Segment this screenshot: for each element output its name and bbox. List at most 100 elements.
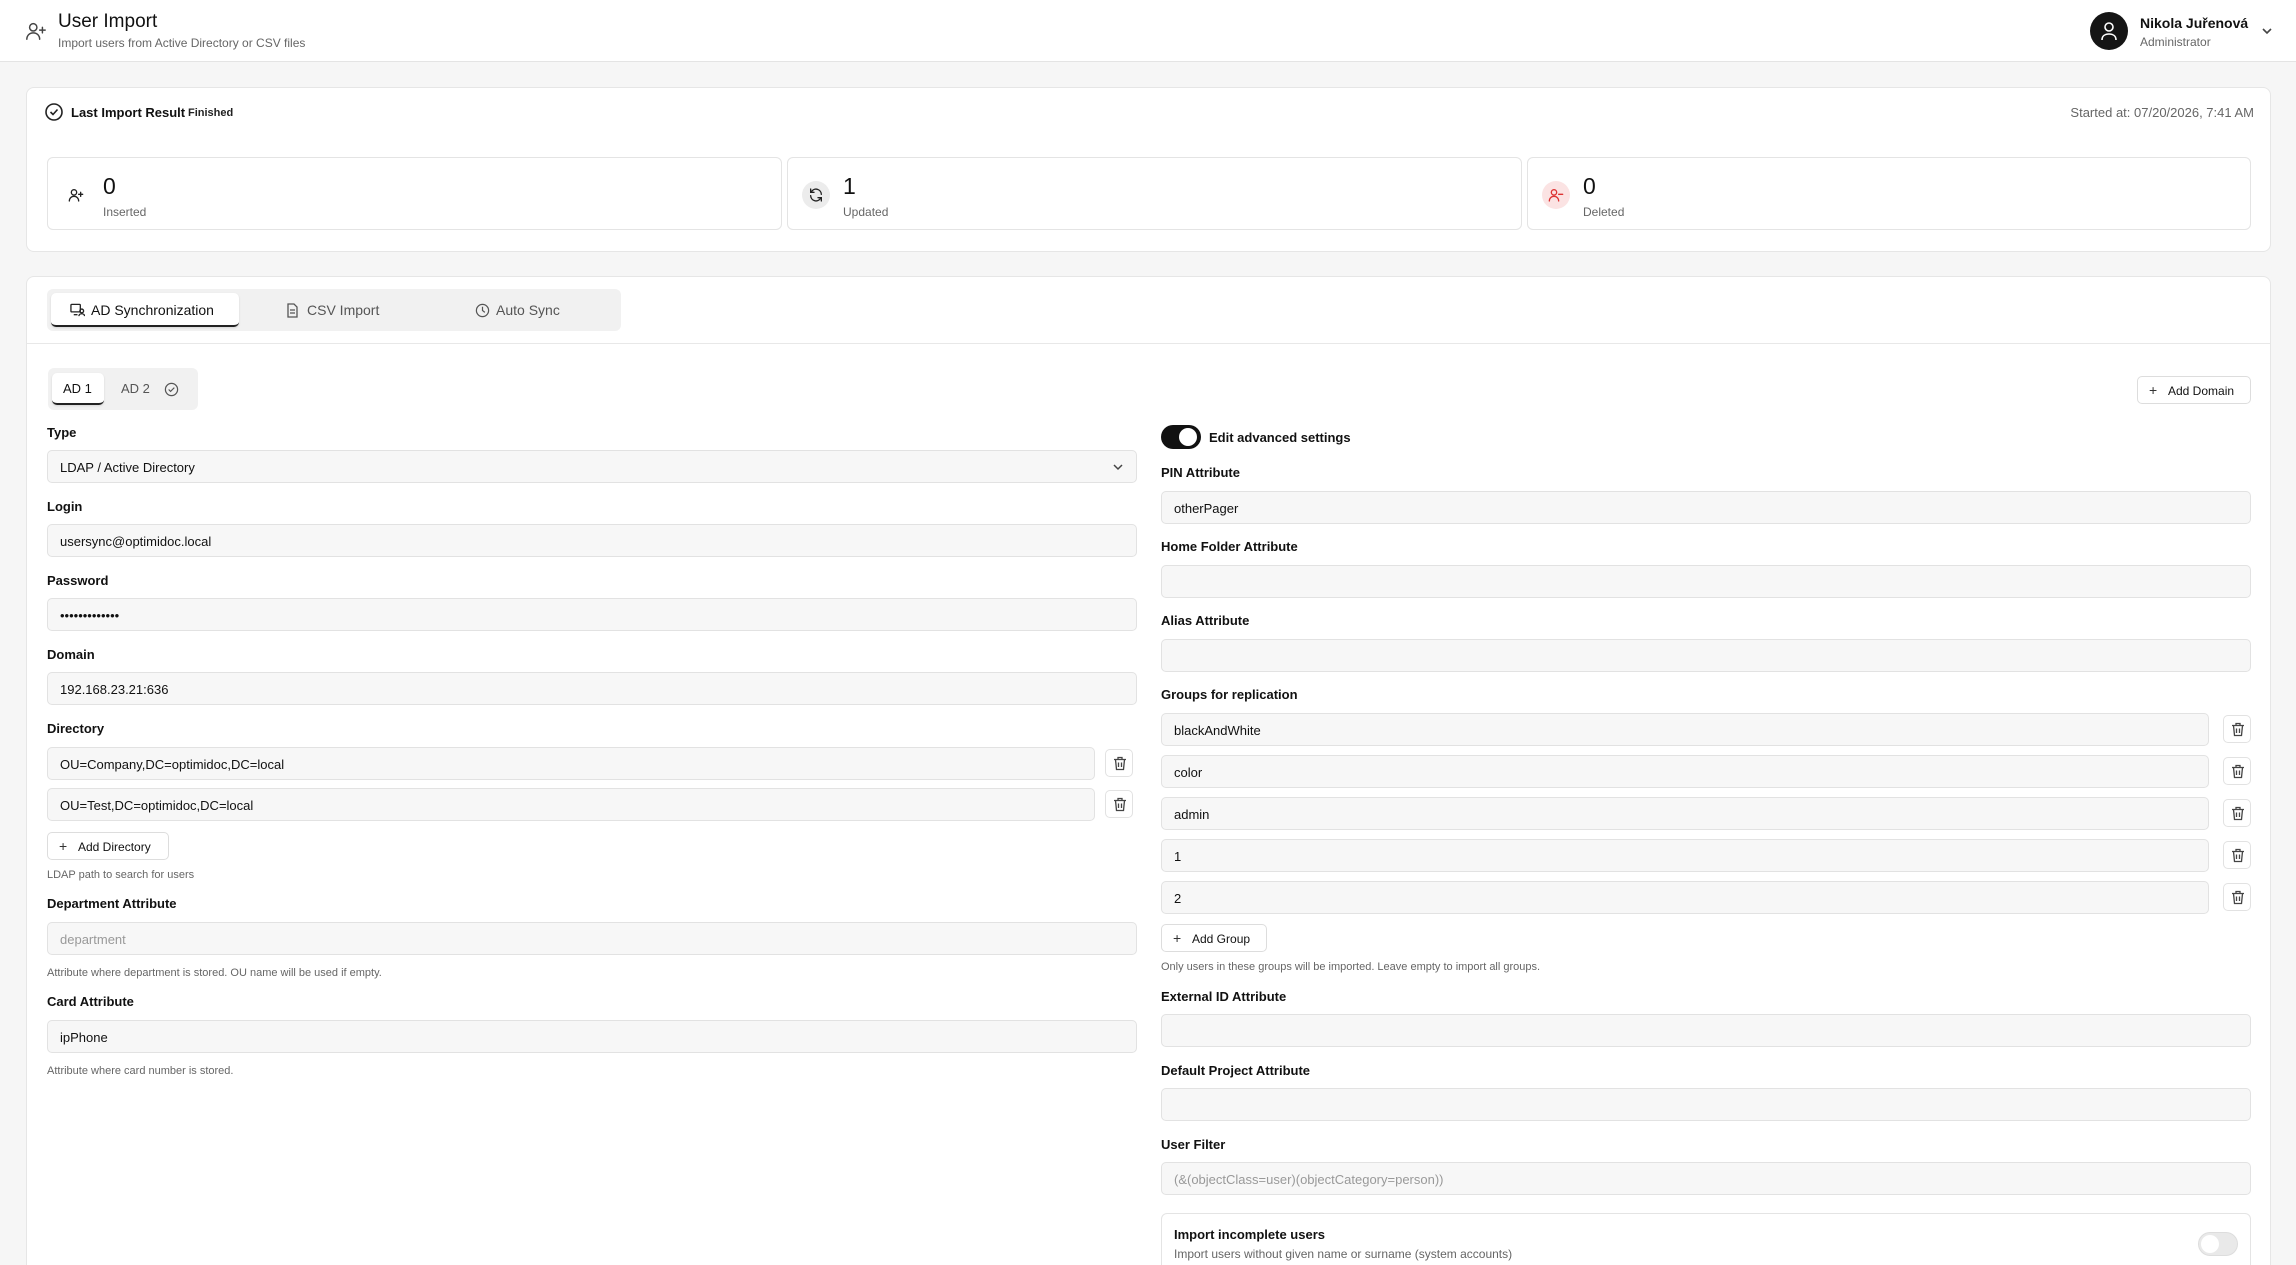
directory-input[interactable]: OU=Test,DC=optimidoc,DC=local xyxy=(47,788,1095,821)
login-label: Login xyxy=(47,499,83,514)
app-header: User Import Import users from Active Dir… xyxy=(0,0,2296,62)
groups-label: Groups for replication xyxy=(1161,687,1298,702)
alias-input[interactable] xyxy=(1161,639,2251,672)
type-select[interactable]: LDAP / Active Directory xyxy=(47,450,1137,483)
plus-icon: + xyxy=(2149,382,2158,398)
domain-label: Domain xyxy=(47,647,95,662)
chevron-down-icon xyxy=(1111,460,1125,477)
external-id-input[interactable] xyxy=(1161,1014,2251,1047)
directory-help: LDAP path to search for users xyxy=(47,869,195,881)
card-attribute-input[interactable]: ipPhone xyxy=(47,1020,1137,1053)
user-filter-label: User Filter xyxy=(1161,1137,1226,1152)
domain-tabs: AD 1 AD 2 xyxy=(48,368,198,410)
tab-ad-1[interactable]: AD 1 xyxy=(52,373,104,405)
last-import-card: Last Import Result Finished Started at: … xyxy=(26,87,2271,252)
import-incomplete-toggle[interactable] xyxy=(2198,1232,2238,1256)
user-role: Administrator xyxy=(2140,35,2211,49)
chevron-down-icon xyxy=(2260,24,2274,43)
advanced-settings-toggle[interactable] xyxy=(1161,425,1201,449)
trash-icon xyxy=(1114,797,1126,812)
user-minus-icon xyxy=(1542,181,1570,209)
avatar xyxy=(2090,12,2128,50)
stat-value: 0 xyxy=(103,173,116,199)
domain-input[interactable]: 192.168.23.21:636 xyxy=(47,672,1137,705)
delete-directory-button[interactable] xyxy=(1105,790,1133,818)
directory-label: Directory xyxy=(47,721,105,736)
password-label: Password xyxy=(47,573,109,588)
password-input[interactable]: ••••••••••••• xyxy=(47,598,1137,631)
delete-group-button[interactable] xyxy=(2223,841,2251,869)
tab-ad-2[interactable]: AD 2 xyxy=(108,373,194,405)
delete-directory-button[interactable] xyxy=(1105,749,1133,777)
stat-label: Inserted xyxy=(103,205,147,219)
tab-ad-synchronization[interactable]: AD Synchronization xyxy=(51,293,239,327)
department-label: Department Attribute xyxy=(47,896,177,911)
card-attribute-help: Attribute where card number is stored. xyxy=(47,1065,234,1077)
check-circle-icon xyxy=(44,102,64,127)
trash-icon xyxy=(2232,848,2244,863)
divider xyxy=(27,343,2270,344)
delete-group-button[interactable] xyxy=(2223,715,2251,743)
status-badge: Finished xyxy=(188,107,234,119)
type-label: Type xyxy=(47,425,77,440)
add-group-button[interactable]: + Add Group xyxy=(1161,924,1267,952)
last-import-title: Last Import Result xyxy=(71,105,186,120)
page-title: User Import xyxy=(58,11,158,32)
user-filter-input[interactable]: (&(objectClass=user)(objectCategory=pers… xyxy=(1161,1162,2251,1195)
delete-group-button[interactable] xyxy=(2223,883,2251,911)
external-id-label: External ID Attribute xyxy=(1161,989,1287,1004)
import-tabs: AD Synchronization CSV Import Auto Sync xyxy=(47,289,621,331)
department-input[interactable]: department xyxy=(47,922,1137,955)
add-directory-button[interactable]: + Add Directory xyxy=(47,832,169,860)
home-folder-label: Home Folder Attribute xyxy=(1161,539,1298,554)
default-project-label: Default Project Attribute xyxy=(1161,1063,1311,1078)
stat-label: Updated xyxy=(843,205,889,219)
stat-value: 0 xyxy=(1583,173,1596,199)
import-incomplete-title: Import incomplete users xyxy=(1174,1227,1325,1242)
user-name: Nikola Juřenová xyxy=(2140,15,2249,31)
page-subtitle: Import users from Active Directory or CS… xyxy=(58,36,306,50)
user-plus-icon xyxy=(25,20,47,42)
trash-icon xyxy=(1114,756,1126,771)
delete-group-button[interactable] xyxy=(2223,757,2251,785)
login-input[interactable]: usersync@optimidoc.local xyxy=(47,524,1137,557)
advanced-settings-label: Edit advanced settings xyxy=(1209,430,1351,445)
delete-group-button[interactable] xyxy=(2223,799,2251,827)
plus-icon: + xyxy=(1173,930,1182,946)
clock-icon xyxy=(475,303,490,321)
group-input[interactable]: 2 xyxy=(1161,881,2209,914)
trash-icon xyxy=(2232,764,2244,779)
group-input[interactable]: 1 xyxy=(1161,839,2209,872)
stat-updated: 1 Updated xyxy=(787,157,1522,230)
check-circle-icon xyxy=(164,382,179,400)
trash-icon xyxy=(2232,722,2244,737)
trash-icon xyxy=(2232,806,2244,821)
directory-input[interactable]: OU=Company,DC=optimidoc,DC=local xyxy=(47,747,1095,780)
import-settings-card: AD Synchronization CSV Import Auto Sync … xyxy=(26,276,2271,1265)
pin-label: PIN Attribute xyxy=(1161,465,1240,480)
import-incomplete-option: Import incomplete users Import users wit… xyxy=(1161,1213,2251,1265)
default-project-input[interactable] xyxy=(1161,1088,2251,1121)
home-folder-input[interactable] xyxy=(1161,565,2251,598)
group-input[interactable]: blackAndWhite xyxy=(1161,713,2209,746)
card-attribute-label: Card Attribute xyxy=(47,994,134,1009)
stat-label: Deleted xyxy=(1583,205,1625,219)
stat-value: 1 xyxy=(843,173,856,199)
user-plus-icon xyxy=(62,181,90,209)
add-domain-button[interactable]: + Add Domain xyxy=(2137,376,2251,404)
stat-inserted: 0 Inserted xyxy=(47,157,782,230)
group-input[interactable]: admin xyxy=(1161,797,2209,830)
started-at: Started at: 07/20/2026, 7:41 AM xyxy=(2070,105,2254,120)
refresh-icon xyxy=(802,181,830,209)
import-incomplete-desc: Import users without given name or surna… xyxy=(1174,1247,1513,1261)
group-input[interactable]: color xyxy=(1161,755,2209,788)
pin-input[interactable]: otherPager xyxy=(1161,491,2251,524)
tab-auto-sync[interactable]: Auto Sync xyxy=(433,293,619,327)
stat-deleted: 0 Deleted xyxy=(1527,157,2251,230)
monitor-user-icon xyxy=(70,303,86,320)
groups-help: Only users in these groups will be impor… xyxy=(1161,961,1541,973)
user-menu[interactable]: Nikola Juřenová Administrator xyxy=(2090,12,2280,50)
alias-label: Alias Attribute xyxy=(1161,613,1250,628)
tab-csv-import[interactable]: CSV Import xyxy=(243,293,431,327)
trash-icon xyxy=(2232,890,2244,905)
